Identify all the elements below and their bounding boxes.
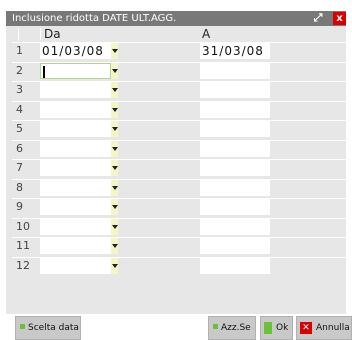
date-from-value: 01/03/08 <box>42 44 104 58</box>
dropdown-arrow <box>112 186 118 190</box>
row-number: 3 <box>16 83 23 96</box>
date-from-field[interactable] <box>40 219 111 235</box>
date-to-field[interactable] <box>200 180 270 196</box>
close-icon: ✕ <box>300 322 312 334</box>
chevron-down-icon[interactable] <box>111 43 118 59</box>
window-titlebar: Inclusione ridotta DATE ULT.AGG. ⤢ x <box>0 0 352 26</box>
date-to-field[interactable] <box>200 121 270 137</box>
dropdown-arrow <box>112 147 118 151</box>
date-from-field[interactable] <box>40 199 111 215</box>
dropdown-arrow <box>112 69 118 73</box>
date-from-field[interactable] <box>40 121 111 137</box>
date-from-field[interactable] <box>40 141 111 157</box>
chevron-down-icon[interactable] <box>111 121 118 137</box>
date-to-field[interactable] <box>200 102 270 118</box>
column-header-a: A <box>202 27 211 41</box>
dropdown-arrow <box>112 108 118 112</box>
annulla-label: Annulla <box>316 323 350 333</box>
column-header-da: Da <box>44 27 61 41</box>
chevron-down-icon[interactable] <box>111 180 118 196</box>
azz-se-button[interactable]: Azz.Se <box>208 316 256 340</box>
maximize-icon[interactable]: ⤢ <box>313 12 323 23</box>
dropdown-arrow <box>112 244 118 248</box>
date-from-field[interactable] <box>40 238 111 254</box>
green-square-icon <box>20 324 25 329</box>
row-number: 6 <box>16 142 23 155</box>
date-to-field[interactable] <box>200 82 270 98</box>
dropdown-arrow <box>112 205 118 209</box>
dropdown-arrow <box>112 166 118 170</box>
dropdown-arrow <box>112 49 118 53</box>
date-from-field[interactable]: 01/03/08 <box>40 43 111 59</box>
dropdown-arrow <box>112 127 118 131</box>
date-from-field[interactable] <box>40 63 111 79</box>
row-number: 1 <box>16 44 23 57</box>
annulla-button[interactable]: ✕ Annulla <box>296 316 352 340</box>
date-from-field[interactable] <box>40 160 111 176</box>
row-number: 2 <box>16 64 23 77</box>
button-bar: Scelta data Azz.Se Ok ✕ Annulla <box>12 316 352 340</box>
date-to-field[interactable] <box>200 160 270 176</box>
row-number: 9 <box>16 200 23 213</box>
header-divider <box>40 28 41 40</box>
header-divider <box>18 28 19 40</box>
green-square-icon <box>264 322 272 334</box>
close-icon[interactable]: x <box>333 12 346 25</box>
chevron-down-icon[interactable] <box>111 141 118 157</box>
chevron-down-icon[interactable] <box>111 63 118 79</box>
chevron-down-icon[interactable] <box>111 82 118 98</box>
row-number: 11 <box>16 239 30 252</box>
date-to-field[interactable] <box>200 258 270 274</box>
row-number: 8 <box>16 181 23 194</box>
date-from-field[interactable] <box>40 180 111 196</box>
window-title: Inclusione ridotta DATE ULT.AGG. <box>12 13 177 24</box>
dropdown-arrow <box>112 88 118 92</box>
chevron-down-icon[interactable] <box>111 238 118 254</box>
chevron-down-icon[interactable] <box>111 219 118 235</box>
date-from-field[interactable] <box>40 82 111 98</box>
date-to-field[interactable]: 31/03/08 <box>200 43 270 59</box>
row-number: 5 <box>16 122 23 135</box>
row-number: 10 <box>16 220 30 233</box>
date-to-field[interactable] <box>200 141 270 157</box>
azz-se-label: Azz.Se <box>221 323 251 333</box>
date-to-field[interactable] <box>200 219 270 235</box>
scelta-data-label: Scelta data <box>28 323 79 333</box>
row-number: 4 <box>16 103 23 116</box>
date-from-field[interactable] <box>40 258 111 274</box>
text-cursor <box>43 66 45 78</box>
date-range-panel: Da A 1 01/03/08 31/03/08 2 3 4 5 6 7 8 9 10 11 12 Sce… <box>6 26 352 340</box>
date-to-field[interactable] <box>200 238 270 254</box>
ok-label: Ok <box>276 323 289 333</box>
dropdown-arrow <box>112 264 118 268</box>
chevron-down-icon[interactable] <box>111 258 118 274</box>
chevron-down-icon[interactable] <box>111 199 118 215</box>
chevron-down-icon[interactable] <box>111 160 118 176</box>
row-number: 12 <box>16 259 30 272</box>
green-square-icon <box>213 324 218 329</box>
dropdown-arrow <box>112 225 118 229</box>
chevron-down-icon[interactable] <box>111 102 118 118</box>
date-to-value: 31/03/08 <box>202 44 264 58</box>
scelta-data-button[interactable]: Scelta data <box>15 316 81 340</box>
row-number: 7 <box>16 161 23 174</box>
date-to-field[interactable] <box>200 199 270 215</box>
ok-button[interactable]: Ok <box>260 316 293 340</box>
date-to-field[interactable] <box>200 63 270 79</box>
date-from-field[interactable] <box>40 102 111 118</box>
